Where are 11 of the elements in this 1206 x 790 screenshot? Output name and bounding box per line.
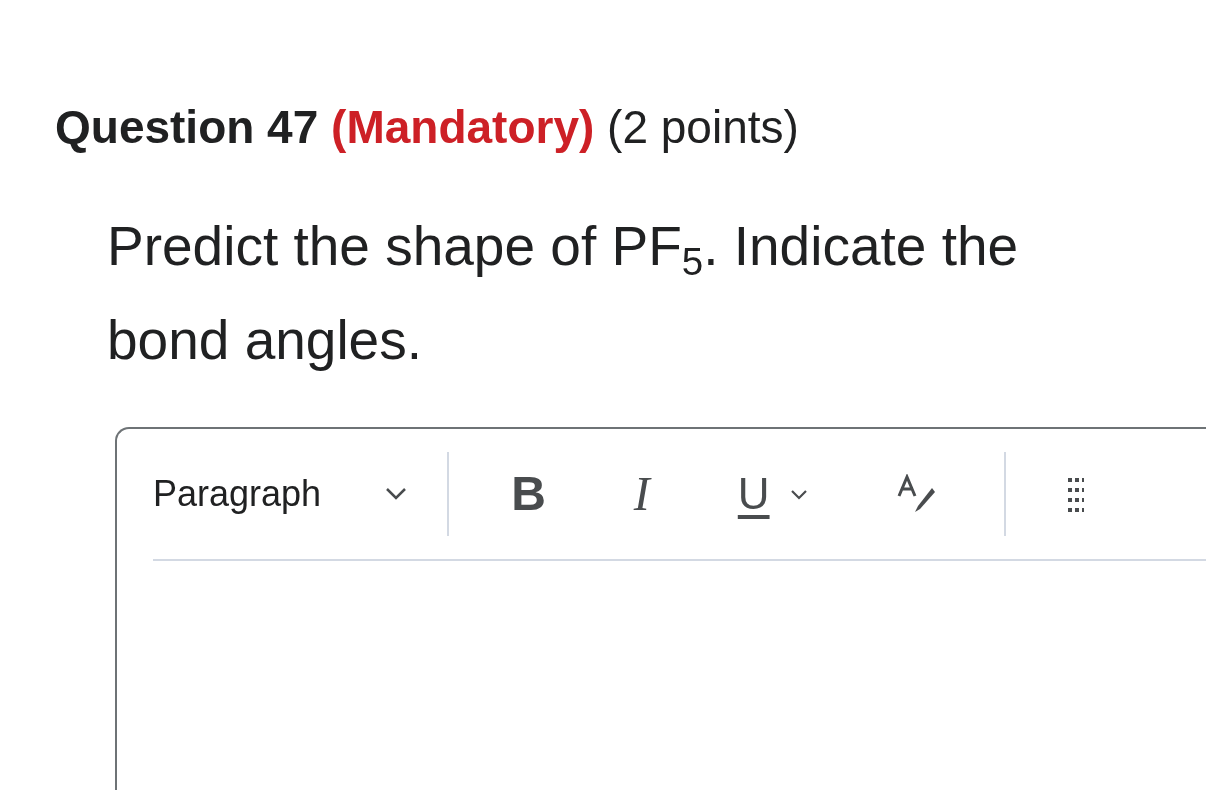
question-text: Predict the shape of PF$_{5}$. Indicate the bond angles. — [107, 214, 1020, 374]
underline-button[interactable]: U — [717, 461, 828, 528]
chevron-down-icon — [385, 487, 408, 502]
italic-button[interactable]: I — [613, 458, 670, 531]
text-brush-icon — [895, 474, 936, 515]
question-title: Question 47 — [55, 101, 319, 153]
mandatory-label: (Mandatory) — [331, 101, 595, 153]
answer-editor[interactable]: Paragraph B I U — [115, 427, 1206, 790]
points-label: (2 points) — [607, 101, 799, 153]
paragraph-format-select[interactable]: Paragraph — [153, 467, 408, 522]
bold-button[interactable]: B — [491, 458, 566, 531]
